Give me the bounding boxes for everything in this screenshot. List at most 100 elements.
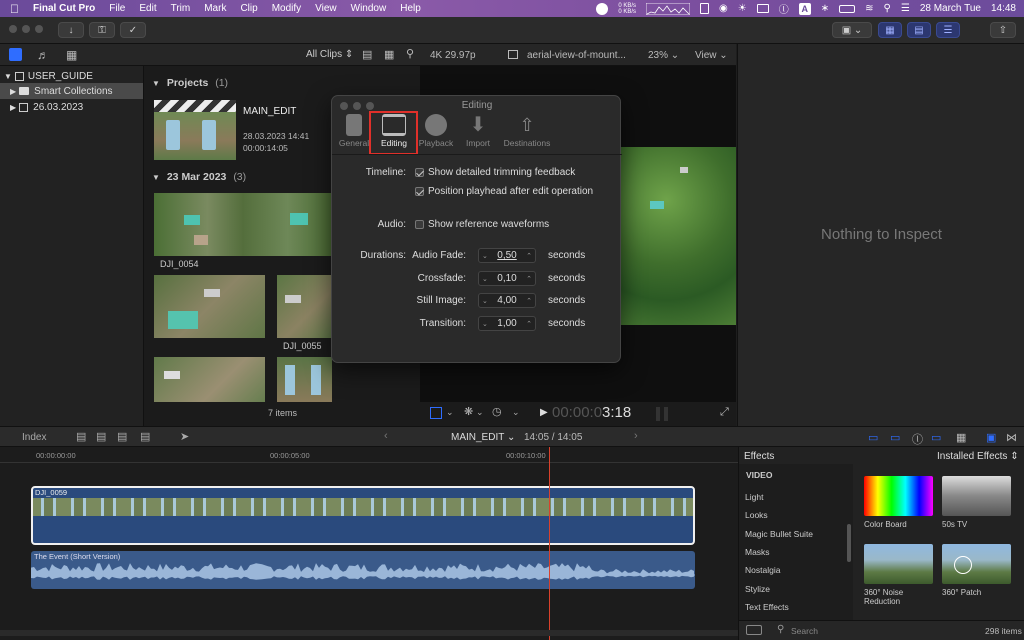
disclosure-open-icon[interactable]: ▼ xyxy=(152,79,160,88)
effect-360-patch-thumb[interactable] xyxy=(942,544,1011,584)
tab-editing[interactable]: Editing xyxy=(374,114,414,148)
increment-icon[interactable]: ⌃ xyxy=(526,252,532,260)
menubar-date[interactable]: 28 March Tue xyxy=(920,3,981,14)
battery-icon[interactable] xyxy=(839,4,856,13)
sidebar-toggle-icon[interactable] xyxy=(746,625,762,635)
library-user-guide[interactable]: ▼ USER_GUIDE xyxy=(0,68,143,84)
effect-color-board-thumb[interactable] xyxy=(864,476,933,516)
menu-trim[interactable]: Trim xyxy=(164,3,198,14)
append-clip-icon[interactable]: ▤ xyxy=(117,430,127,443)
increment-icon[interactable]: ⌃ xyxy=(526,275,532,283)
reference-waveforms-checkbox[interactable]: Show reference waveforms xyxy=(415,219,549,230)
menubar-time[interactable]: 14:48 xyxy=(991,3,1016,14)
clip-thumbnail[interactable] xyxy=(277,275,332,338)
headphones-icon[interactable]: ⓛ xyxy=(912,431,923,447)
transition-value[interactable]: 1,00 xyxy=(488,318,526,329)
window-min-dot[interactable] xyxy=(22,25,30,33)
input-source-icon[interactable]: A xyxy=(798,2,811,15)
category-masks[interactable]: Masks xyxy=(745,547,770,557)
apple-icon[interactable]:  xyxy=(0,2,26,16)
project-thumbnail[interactable] xyxy=(154,112,236,160)
timeline-ruler[interactable]: 00:00:00:00 00:00:05:00 00:00:10:00 xyxy=(0,447,738,463)
chevron-down-icon[interactable]: ⌄ xyxy=(512,407,520,418)
toggle-inspector-button[interactable]: ☰ xyxy=(936,22,960,38)
installed-effects-dropdown[interactable]: Installed Effects ⇕ xyxy=(937,451,1019,462)
effects-browser-icon[interactable]: ▣ xyxy=(986,431,996,444)
audio-clip[interactable]: The Event (Short Version) xyxy=(31,551,695,589)
crossfade-value[interactable]: 0,10 xyxy=(488,273,526,284)
disclosure-open-icon[interactable]: ▼ xyxy=(4,72,12,81)
photos-audio-icon[interactable]: ♬ xyxy=(37,48,49,62)
history-back-icon[interactable]: ‹ xyxy=(384,430,388,442)
timeline-scrollbar[interactable] xyxy=(0,630,738,636)
retime-icon[interactable]: ◷ xyxy=(492,405,502,418)
projects-section-title[interactable]: ▼ Projects (1) xyxy=(152,77,228,89)
trimming-feedback-checkbox[interactable]: Show detailed trimming feedback xyxy=(415,167,575,178)
chevron-down-icon[interactable]: ⌄ xyxy=(446,407,454,418)
menu-file[interactable]: File xyxy=(102,3,132,14)
menu-edit[interactable]: Edit xyxy=(132,3,163,14)
category-nostalgia[interactable]: Nostalgia xyxy=(745,565,780,575)
viewer-frame[interactable] xyxy=(620,147,736,325)
still-image-stepper[interactable]: ⌄ 4,00 ⌃ xyxy=(478,293,536,308)
clip-thumbnail[interactable] xyxy=(154,357,265,402)
import-button[interactable]: ↓ xyxy=(58,22,84,38)
toggle-browser-button[interactable]: ▦ xyxy=(878,22,902,38)
filmstrip-view-icon[interactable]: ▤ xyxy=(362,48,372,61)
connect-clip-icon[interactable]: ▤ xyxy=(76,430,86,443)
tab-import[interactable]: ⬇ Import xyxy=(458,114,498,148)
share-button[interactable]: ⇧ xyxy=(990,22,1016,38)
chevron-down-icon[interactable]: ⌄ xyxy=(476,407,484,418)
search-menu-icon[interactable]: ⚲ xyxy=(884,3,891,14)
monitor-icon[interactable] xyxy=(700,3,710,14)
menu-app-name[interactable]: Final Cut Pro xyxy=(26,3,102,14)
video-clip[interactable]: DJI_0059 xyxy=(31,486,695,545)
libraries-icon[interactable] xyxy=(9,48,22,61)
vpn-icon[interactable] xyxy=(596,2,609,15)
history-forward-icon[interactable]: › xyxy=(634,430,638,442)
menu-mark[interactable]: Mark xyxy=(197,3,233,14)
titles-generators-icon[interactable]: ▦ xyxy=(66,48,77,62)
transform-tool-icon[interactable] xyxy=(430,407,442,419)
background-tasks-button[interactable]: ✓ xyxy=(120,22,146,38)
increment-icon[interactable]: ⌃ xyxy=(526,297,532,305)
crossfade-stepper[interactable]: ⌄ 0,10 ⌃ xyxy=(478,271,536,286)
disclosure-closed-icon[interactable]: ▶ xyxy=(10,87,16,96)
category-magic-bullet[interactable]: Magic Bullet Suite xyxy=(745,529,813,539)
workspace-button[interactable]: ▣ ⌄ xyxy=(832,22,872,38)
checkbox-checked-icon[interactable] xyxy=(415,186,424,196)
bluetooth-icon[interactable]: ∗ xyxy=(821,3,829,14)
effect-50s-tv-thumb[interactable] xyxy=(942,476,1011,516)
clip-appearance-icon[interactable]: ▦ xyxy=(956,431,966,444)
enhancements-icon[interactable]: ❋ xyxy=(464,405,473,418)
clip-thumbnail[interactable] xyxy=(277,357,332,402)
menu-clip[interactable]: Clip xyxy=(233,3,264,14)
position-playhead-checkbox[interactable]: Position playhead after edit operation xyxy=(415,186,593,197)
disclosure-closed-icon[interactable]: ▶ xyxy=(10,103,16,112)
display-icon[interactable] xyxy=(756,4,769,13)
tab-destinations[interactable]: ⇧ Destinations xyxy=(502,114,552,148)
control-center-icon[interactable]: ☰ xyxy=(901,3,910,14)
transitions-browser-icon[interactable]: ⋈ xyxy=(1006,431,1017,444)
event-section-title[interactable]: ▼ 23 Mar 2023 (3) xyxy=(152,171,246,183)
snapping-icon[interactable]: ▭ xyxy=(931,431,941,444)
headphones-icon[interactable]: ⓛ xyxy=(779,1,789,16)
event-26-03-row[interactable]: ▶ 26.03.2023 xyxy=(0,99,143,115)
window-close-dot[interactable] xyxy=(9,25,17,33)
clip-filter-dropdown[interactable]: All Clips ⇕ xyxy=(306,49,353,60)
insert-clip-icon[interactable]: ▤ xyxy=(96,430,106,443)
effect-360-noise-thumb[interactable] xyxy=(864,544,933,584)
tab-general[interactable]: General xyxy=(334,114,374,148)
wifi-icon[interactable]: ≋ xyxy=(865,3,873,14)
timeline-project-dropdown[interactable]: MAIN_EDIT ⌄ xyxy=(451,432,515,443)
playhead[interactable] xyxy=(549,447,550,640)
brightness-icon[interactable]: ☀ xyxy=(738,3,747,14)
audio-fade-value[interactable]: 0,50 xyxy=(488,250,526,261)
audio-fade-stepper[interactable]: ⌄ 0,50 ⌃ xyxy=(478,248,536,263)
disclosure-open-icon[interactable]: ▼ xyxy=(152,173,160,182)
category-stylize[interactable]: Stylize xyxy=(745,584,770,594)
cpu-graph-icon[interactable] xyxy=(646,2,691,15)
skimming-icon[interactable]: ▭ xyxy=(890,431,900,444)
checkbox-checked-icon[interactable] xyxy=(415,167,424,177)
fullscreen-icon[interactable]: ⤢ xyxy=(720,406,729,419)
